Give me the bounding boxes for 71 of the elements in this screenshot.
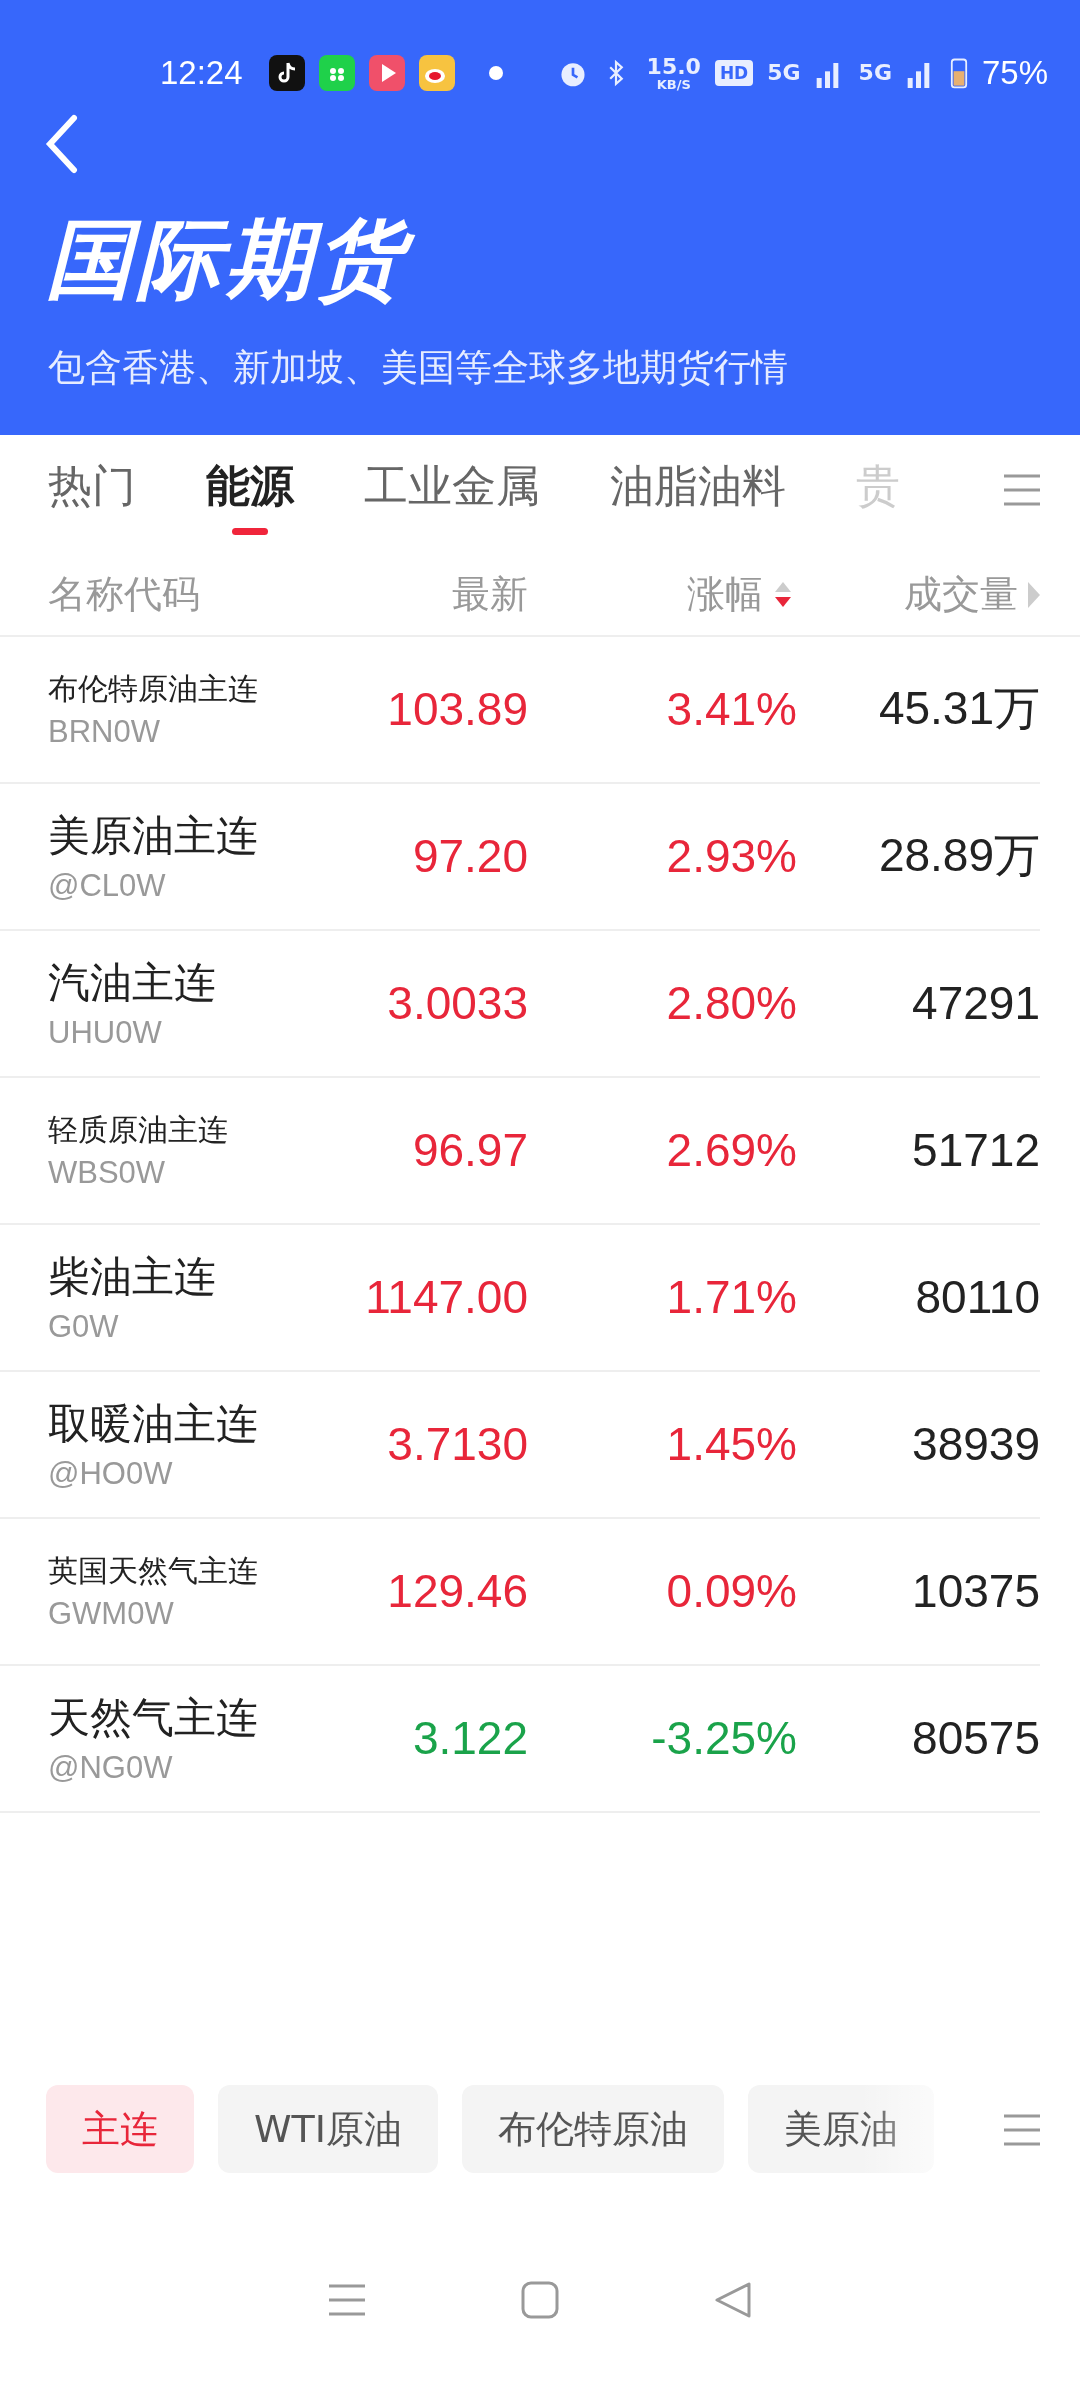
future-name: 英国天然气主连 (48, 1551, 259, 1590)
app-icon (318, 55, 355, 91)
battery-level: 75% (981, 54, 1049, 92)
trade-volume: 10375 (911, 1564, 1040, 1619)
future-name: 取暖油主连 (48, 1398, 259, 1451)
back-icon[interactable] (713, 2280, 754, 2320)
latest-price: 97.20 (411, 829, 528, 884)
trade-volume: 28.89万 (877, 828, 1040, 884)
change-percent: -3.25% (650, 1711, 797, 1766)
latest-price: 96.97 (411, 1123, 528, 1178)
change-percent: 1.45% (665, 1417, 797, 1472)
latest-price: 103.89 (386, 682, 528, 737)
latest-price: 3.122 (411, 1711, 528, 1766)
filter-chip[interactable]: 主连 (46, 2085, 194, 2173)
latest-price: 129.46 (386, 1564, 528, 1619)
network-type: 5G (767, 62, 801, 84)
future-code: WBS0W (48, 1154, 167, 1191)
app-icon (418, 55, 455, 91)
category-tab[interactable]: 能源 (206, 434, 294, 535)
home-icon[interactable] (520, 2280, 560, 2320)
column-header: 最新 (451, 571, 528, 619)
category-tab[interactable]: 油脂油料 (610, 434, 786, 516)
network-type: 5G (858, 62, 892, 84)
latest-price: 3.7130 (386, 1417, 528, 1472)
future-name: 轻质原油主连 (48, 1110, 229, 1149)
trade-volume: 51712 (911, 1123, 1040, 1178)
future-name: 美原油主连 (48, 810, 259, 863)
filter-chip[interactable]: 美原油 (748, 2085, 934, 2173)
menu-icon[interactable] (1002, 472, 1042, 507)
future-code: @HO0W (48, 1456, 174, 1493)
future-code: @CL0W (48, 868, 167, 905)
change-percent: 3.41% (665, 682, 797, 737)
future-code: @NG0W (48, 1750, 174, 1787)
filter-chip[interactable]: 布伦特原油 (462, 2085, 724, 2173)
future-code: G0W (48, 1309, 120, 1346)
future-code: BRN0W (48, 713, 161, 750)
future-code: GWM0W (48, 1595, 175, 1632)
latest-price: 3.0033 (386, 976, 528, 1031)
battery-icon (949, 56, 968, 90)
future-name: 布伦特原油主连 (48, 669, 259, 708)
page-title: 国际期货 (46, 212, 1080, 307)
filter-chip[interactable]: WTI原油 (218, 2085, 438, 2173)
change-percent: 2.93% (665, 829, 797, 884)
future-name: 柴油主连 (48, 1251, 217, 1304)
trade-volume: 47291 (911, 976, 1040, 1031)
dot-icon (488, 66, 503, 80)
trade-volume: 45.31万 (877, 681, 1040, 737)
play-icon (368, 55, 405, 91)
status-time: 12:24 (160, 54, 243, 92)
column-header: 成交量 (904, 571, 1018, 619)
future-name: 汽油主连 (48, 957, 217, 1010)
change-percent: 0.09% (665, 1564, 797, 1619)
category-tab[interactable]: 热门 (48, 434, 136, 516)
network-speed: 15.0 (646, 55, 701, 78)
hd-badge: HD (714, 60, 754, 86)
future-name: 天然气主连 (48, 1692, 259, 1745)
column-header: 名称代码 (48, 571, 201, 619)
change-percent: 1.71% (665, 1270, 797, 1325)
trade-volume: 38939 (911, 1417, 1040, 1472)
menu-icon[interactable] (1002, 2113, 1042, 2147)
speed-unit: KB/S (656, 77, 691, 91)
page-subtitle: 包含香港、新加坡、美国等全球多地期货行情 (48, 344, 789, 391)
change-percent: 2.69% (665, 1123, 797, 1178)
category-tab[interactable]: 工业金属 (364, 434, 540, 516)
trade-volume: 80575 (911, 1711, 1040, 1766)
trade-volume: 80110 (914, 1270, 1040, 1325)
change-percent: 2.80% (665, 976, 797, 1031)
arrow-right-icon[interactable] (1028, 581, 1040, 608)
future-code: UHU0W (48, 1015, 163, 1052)
latest-price: 1147.00 (364, 1270, 528, 1325)
app-icon (268, 55, 305, 91)
